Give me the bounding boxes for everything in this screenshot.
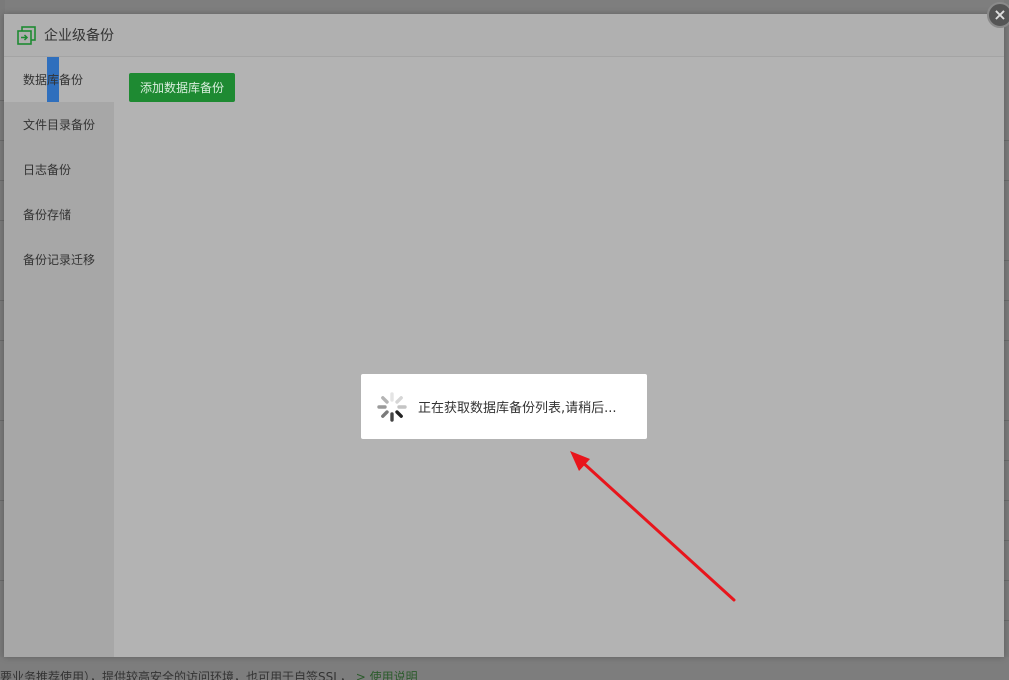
background-row-divider — [1004, 260, 1009, 261]
loading-spinner-icon — [377, 391, 407, 422]
backup-window-icon — [16, 25, 36, 45]
sidebar-item-log-backup[interactable]: 日志备份 — [4, 147, 114, 192]
close-icon[interactable]: × — [987, 2, 1009, 28]
dialog-header: 企业级备份 — [4, 14, 1004, 57]
background-row-divider — [1004, 420, 1009, 421]
loading-message: 正在获取数据库备份列表,请稍后... — [418, 401, 617, 416]
sidebar-item-label: 备份记录迁移 — [23, 253, 96, 267]
background-row-divider — [1004, 500, 1009, 501]
background-row-divider — [1004, 460, 1009, 461]
sidebar-item-label: 数据库备份 — [23, 73, 84, 87]
background-row-divider — [1004, 340, 1009, 341]
backup-main-panel: 添加数据库备份 — [114, 57, 1004, 657]
background-row-divider — [1004, 140, 1009, 141]
sidebar-item-backup-record-migration[interactable]: 备份记录迁移 — [4, 237, 114, 282]
sidebar-item-label: 日志备份 — [23, 163, 72, 177]
background-row-divider — [1004, 620, 1009, 621]
sidebar-item-label: 备份存储 — [23, 208, 72, 222]
background-footer: 要业务推荐使用），提供较高安全的访问环境，也可用于自签SSL， > 使用说明 — [0, 657, 1009, 680]
enterprise-backup-dialog: 企业级备份 数据库备份 文件目录备份 日志备份 备份存储 备份记录迁移 添加数据… — [4, 14, 1004, 657]
background-row-divider — [1004, 580, 1009, 581]
usage-guide-link[interactable]: > 使用说明 — [356, 670, 418, 680]
sidebar-item-directory-backup[interactable]: 文件目录备份 — [4, 102, 114, 147]
background-row-divider — [1004, 300, 1009, 301]
loading-toast: 正在获取数据库备份列表,请稍后... — [361, 374, 647, 439]
backup-sidebar: 数据库备份 文件目录备份 日志备份 备份存储 备份记录迁移 — [4, 57, 114, 657]
sidebar-item-backup-storage[interactable]: 备份存储 — [4, 192, 114, 237]
sidebar-item-label: 文件目录备份 — [23, 118, 96, 132]
background-row-divider — [1004, 540, 1009, 541]
background-row-divider — [1004, 180, 1009, 181]
sidebar-item-database-backup[interactable]: 数据库备份 — [4, 57, 114, 102]
dialog-title: 企业级备份 — [44, 28, 114, 44]
add-database-backup-button[interactable]: 添加数据库备份 — [129, 73, 235, 102]
background-footer-text: 要业务推荐使用），提供较高安全的访问环境，也可用于自签SSL， — [0, 670, 352, 680]
